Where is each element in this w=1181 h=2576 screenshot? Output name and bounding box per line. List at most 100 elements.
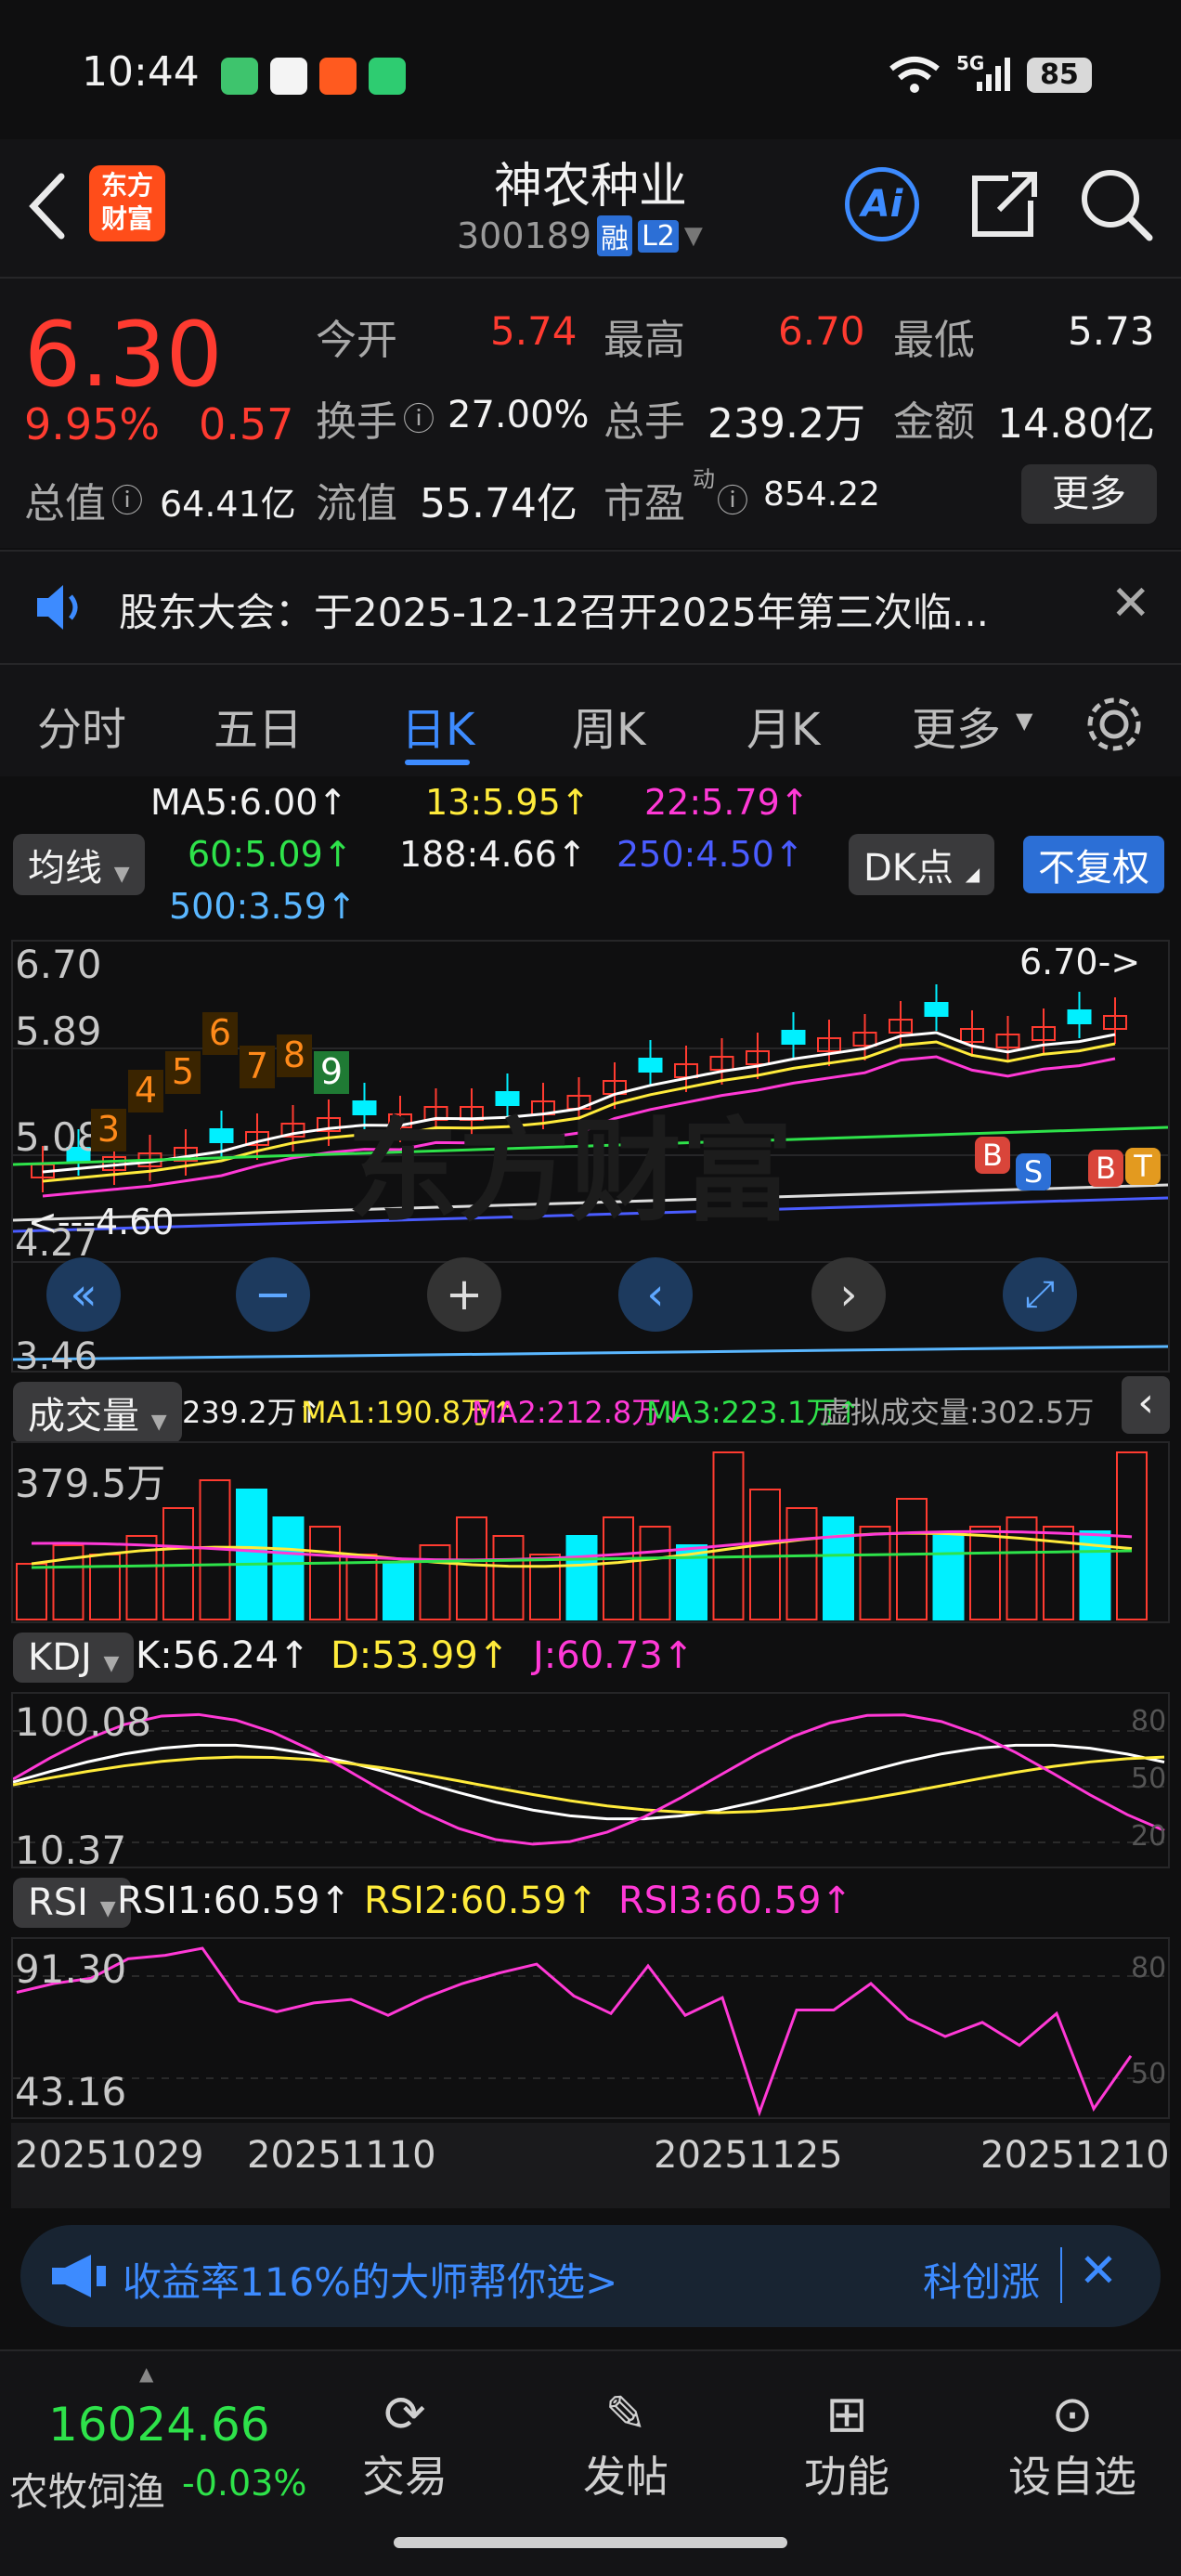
virtual-volume: 虚拟成交量:302.5万 (821, 1395, 1095, 1430)
td-count-8: 8 (277, 1034, 312, 1077)
float-cap-label: 流值 (316, 480, 397, 527)
pe-value: 854.22 (763, 475, 880, 514)
tab-minute[interactable]: 分时 (37, 693, 126, 758)
volume-chart[interactable]: 379.5万 (11, 1441, 1170, 1623)
amount-value: 14.80亿 (997, 400, 1155, 448)
info-icon[interactable]: ⓘ (403, 394, 435, 439)
ma188-value: 188:4.66↑ (399, 834, 587, 875)
t-signal[interactable]: T (1125, 1148, 1161, 1185)
status-bar: 10:44 5G 85 (0, 0, 1181, 139)
corner-icon: ◢ (965, 863, 980, 885)
tab-weekly-k[interactable]: 周K (572, 693, 645, 758)
watermark: 东方财富 (347, 1108, 793, 1237)
low-price-marker: <---4.60 (28, 1202, 175, 1242)
ma-selector-label: 均线 (28, 847, 102, 890)
kline-chart[interactable]: 6.70 5.89 5.08 4.27 3.46 6.70-> <---4.60… (11, 940, 1170, 1378)
ma60-value: 60:5.09↑ (188, 834, 353, 875)
y-axis-5: 3.46 (15, 1335, 98, 1378)
volume-selector-label: 成交量 (28, 1395, 139, 1438)
candle-body (924, 1002, 949, 1017)
kdj-selector[interactable]: KDJ ▼ (13, 1633, 135, 1683)
buy-signal-2[interactable]: B (1088, 1150, 1123, 1187)
info-icon-2[interactable]: ⓘ (111, 475, 143, 521)
buy-signal[interactable]: B (975, 1137, 1010, 1174)
grid-icon: ⊞ (825, 2385, 868, 2443)
search-icon[interactable] (1077, 165, 1155, 243)
kdj-j-line (13, 1712, 1165, 1846)
volume-bar (823, 1516, 854, 1620)
candle-body (1067, 1009, 1092, 1024)
high-label: 最高 (603, 317, 685, 364)
tab-more[interactable]: 更多 (912, 693, 1001, 758)
adjust-toggle[interactable]: 不复权 (1023, 836, 1164, 893)
collapse-panel-button[interactable]: ‹ (1122, 1376, 1170, 1434)
volume-selector[interactable]: 成交量 ▼ (13, 1382, 182, 1443)
info-icon-3[interactable]: ⓘ (717, 475, 748, 521)
trade-button[interactable]: ⟳ 交易 (340, 2385, 470, 2504)
high-price-marker: 6.70-> (1019, 942, 1141, 982)
stock-code-row[interactable]: 300189 融 L2 ▼ (457, 215, 703, 256)
ad-right-text: 科创涨 (923, 2259, 1041, 2305)
home-indicator (394, 2537, 787, 2548)
notice-bar[interactable]: 股东大会：于2025-12-12召开2025年第三次临... ✕ (0, 550, 1181, 665)
rsi-chart[interactable]: 91.30 43.16 80 50 (11, 1937, 1170, 2119)
scroll-right-button[interactable]: › (811, 1257, 886, 1332)
scroll-left-button[interactable]: ‹ (618, 1257, 693, 1332)
tab-daily-k[interactable]: 日K (401, 693, 474, 758)
high-value: 6.70 (778, 308, 865, 354)
float-cap-value: 55.74亿 (420, 480, 578, 527)
share-icon[interactable] (967, 167, 1042, 241)
stock-code: 300189 (457, 215, 592, 256)
volume-bar (125, 1535, 158, 1620)
zoom-in-button[interactable]: + (427, 1257, 501, 1332)
close-icon[interactable]: ✕ (1110, 576, 1151, 631)
functions-label: 功能 (804, 2452, 889, 2502)
turnover-value: 27.00% (448, 394, 590, 436)
ma-selector[interactable]: 均线 ▼ (13, 834, 145, 895)
kdj-ref-50: 50 (1131, 1763, 1167, 1795)
period-tabs: 分时 五日 日K 周K 月K 更多 ▼ (0, 665, 1181, 776)
kdj-legend: KDJ ▼ K:56.24↑ D:53.99↑ J:60.73↑ (0, 1627, 1181, 1688)
rsi-ref-80: 80 (1131, 1952, 1167, 1984)
sector-name[interactable]: 农牧饲渔 (9, 2461, 165, 2517)
functions-button[interactable]: ⊞ 功能 (782, 2385, 912, 2504)
edit-icon: ✎ (604, 2385, 647, 2443)
wechat-notification-icon (221, 58, 258, 95)
rsi-selector[interactable]: RSI ▼ (13, 1878, 131, 1928)
scroll-left-fast-button[interactable]: « (46, 1257, 121, 1332)
kdj-chart[interactable]: 100.08 10.37 80 50 20 (11, 1692, 1170, 1873)
sell-signal[interactable]: S (1016, 1153, 1051, 1190)
ad-banner[interactable]: 收益率116%的大师帮你选> 科创涨 ✕ (20, 2225, 1161, 2327)
pe-label: 市盈 (603, 480, 685, 527)
ai-assistant-button[interactable]: Ai (845, 167, 919, 241)
ma5-value: MA5:6.00↑ (150, 782, 348, 823)
td-count-5: 5 (165, 1051, 201, 1094)
market-cap-label: 总值 (24, 480, 106, 527)
zoom-out-button[interactable]: − (236, 1257, 310, 1332)
volume-bar (419, 1544, 451, 1620)
add-watchlist-button[interactable]: ⊙ 设自选 (1003, 2385, 1142, 2504)
post-button[interactable]: ✎ 发帖 (561, 2385, 691, 2504)
settings-gear-icon[interactable] (1083, 693, 1146, 756)
rsi-selector-label: RSI (28, 1881, 88, 1924)
caret-down-icon-5: ▼ (99, 1897, 116, 1920)
more-quote-button[interactable]: 更多 (1021, 464, 1157, 524)
megaphone-icon (52, 2255, 106, 2297)
volume-bar (236, 1489, 267, 1620)
volume-legend: 成交量 ▼ 239.2万↑ MA1:190.8万↑ MA2:212.8万↓ MA… (0, 1376, 1181, 1443)
turnover-label: 换手 (316, 398, 397, 446)
fullscreen-icon[interactable]: ⤢ (1003, 1257, 1077, 1332)
tab-five-day[interactable]: 五日 (214, 693, 303, 758)
sector-index-value[interactable]: 16024.66 (48, 2398, 270, 2452)
amount-label: 金额 (893, 398, 975, 446)
tab-monthly-k[interactable]: 月K (746, 693, 820, 758)
ad-close-icon[interactable]: ✕ (1079, 2244, 1118, 2297)
dk-point-toggle[interactable]: DK点 ◢ (849, 834, 995, 895)
volume-bar (492, 1535, 525, 1620)
rsi2-value: RSI2:60.59↑ (364, 1880, 598, 1922)
candle-body (781, 1030, 806, 1045)
trade-label: 交易 (362, 2452, 448, 2502)
open-value: 5.74 (490, 308, 578, 354)
kdj-j: J:60.73↑ (533, 1634, 694, 1677)
rsi-legend: RSI ▼ RSI1:60.59↑ RSI2:60.59↑ RSI3:60.59… (0, 1872, 1181, 1933)
